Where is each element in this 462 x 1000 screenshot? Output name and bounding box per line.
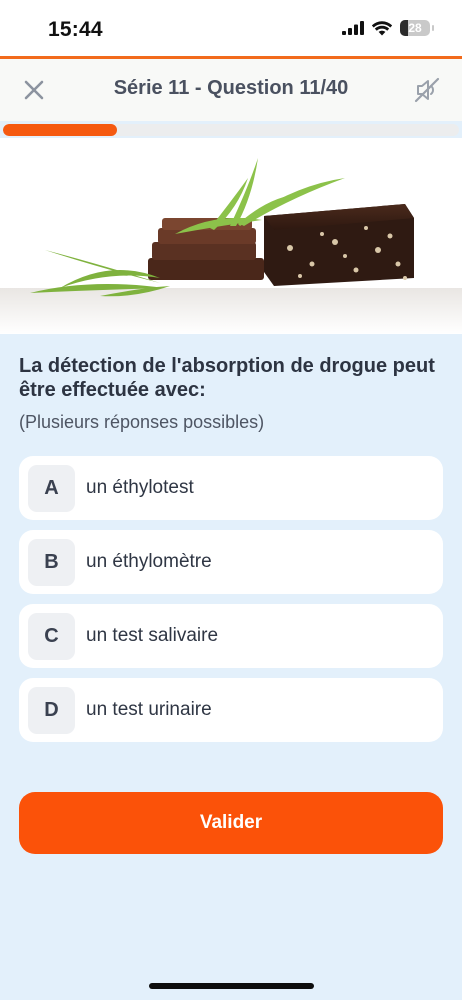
battery-icon: 28 [400,20,434,36]
validate-button[interactable]: Valider [19,792,443,854]
answer-label: un éthylomètre [86,551,212,572]
battery-fill [400,20,409,36]
home-indicator[interactable] [149,983,314,989]
progress-fill [3,124,117,136]
answer-letter: A [28,465,75,512]
question-text: La détection de l'absorption de drogue p… [19,355,435,401]
answer-option-d[interactable]: D un test urinaire [19,678,443,742]
drug-illustration-image [0,158,462,334]
sound-off-icon[interactable] [412,75,442,105]
answer-label: un éthylotest [86,477,194,498]
status-icons: 28 [342,20,434,36]
battery-level: 28 [408,21,422,35]
answer-option-a[interactable]: A un éthylotest [19,456,443,520]
answer-label: un test salivaire [86,625,219,646]
answer-label: un test urinaire [86,699,212,720]
wifi-icon [372,20,392,35]
answer-letter: D [28,687,75,734]
progress-bar [3,124,459,136]
page-title: Série 11 - Question 11/40 [113,77,349,99]
answer-option-b[interactable]: B un éthylomètre [19,530,443,594]
status-time: 15:44 [48,18,103,41]
cellular-signal-icon [342,21,364,35]
answer-letter: B [28,539,75,586]
status-bar: 15:44 28 [0,0,462,56]
quiz-header: Série 11 - Question 11/40 [0,59,462,121]
battery-nub [432,25,434,31]
question-illustration [0,138,462,334]
answer-list: A un éthylotest B un éthylomètre C un te… [19,456,443,752]
answer-option-c[interactable]: C un test salivaire [19,604,443,668]
question-hint: (Plusieurs réponses possibles) [19,412,265,432]
quiz-screen: 15:44 28 Série 11 - Question 11/40 La dé… [0,0,462,1000]
answer-letter: C [28,613,75,660]
